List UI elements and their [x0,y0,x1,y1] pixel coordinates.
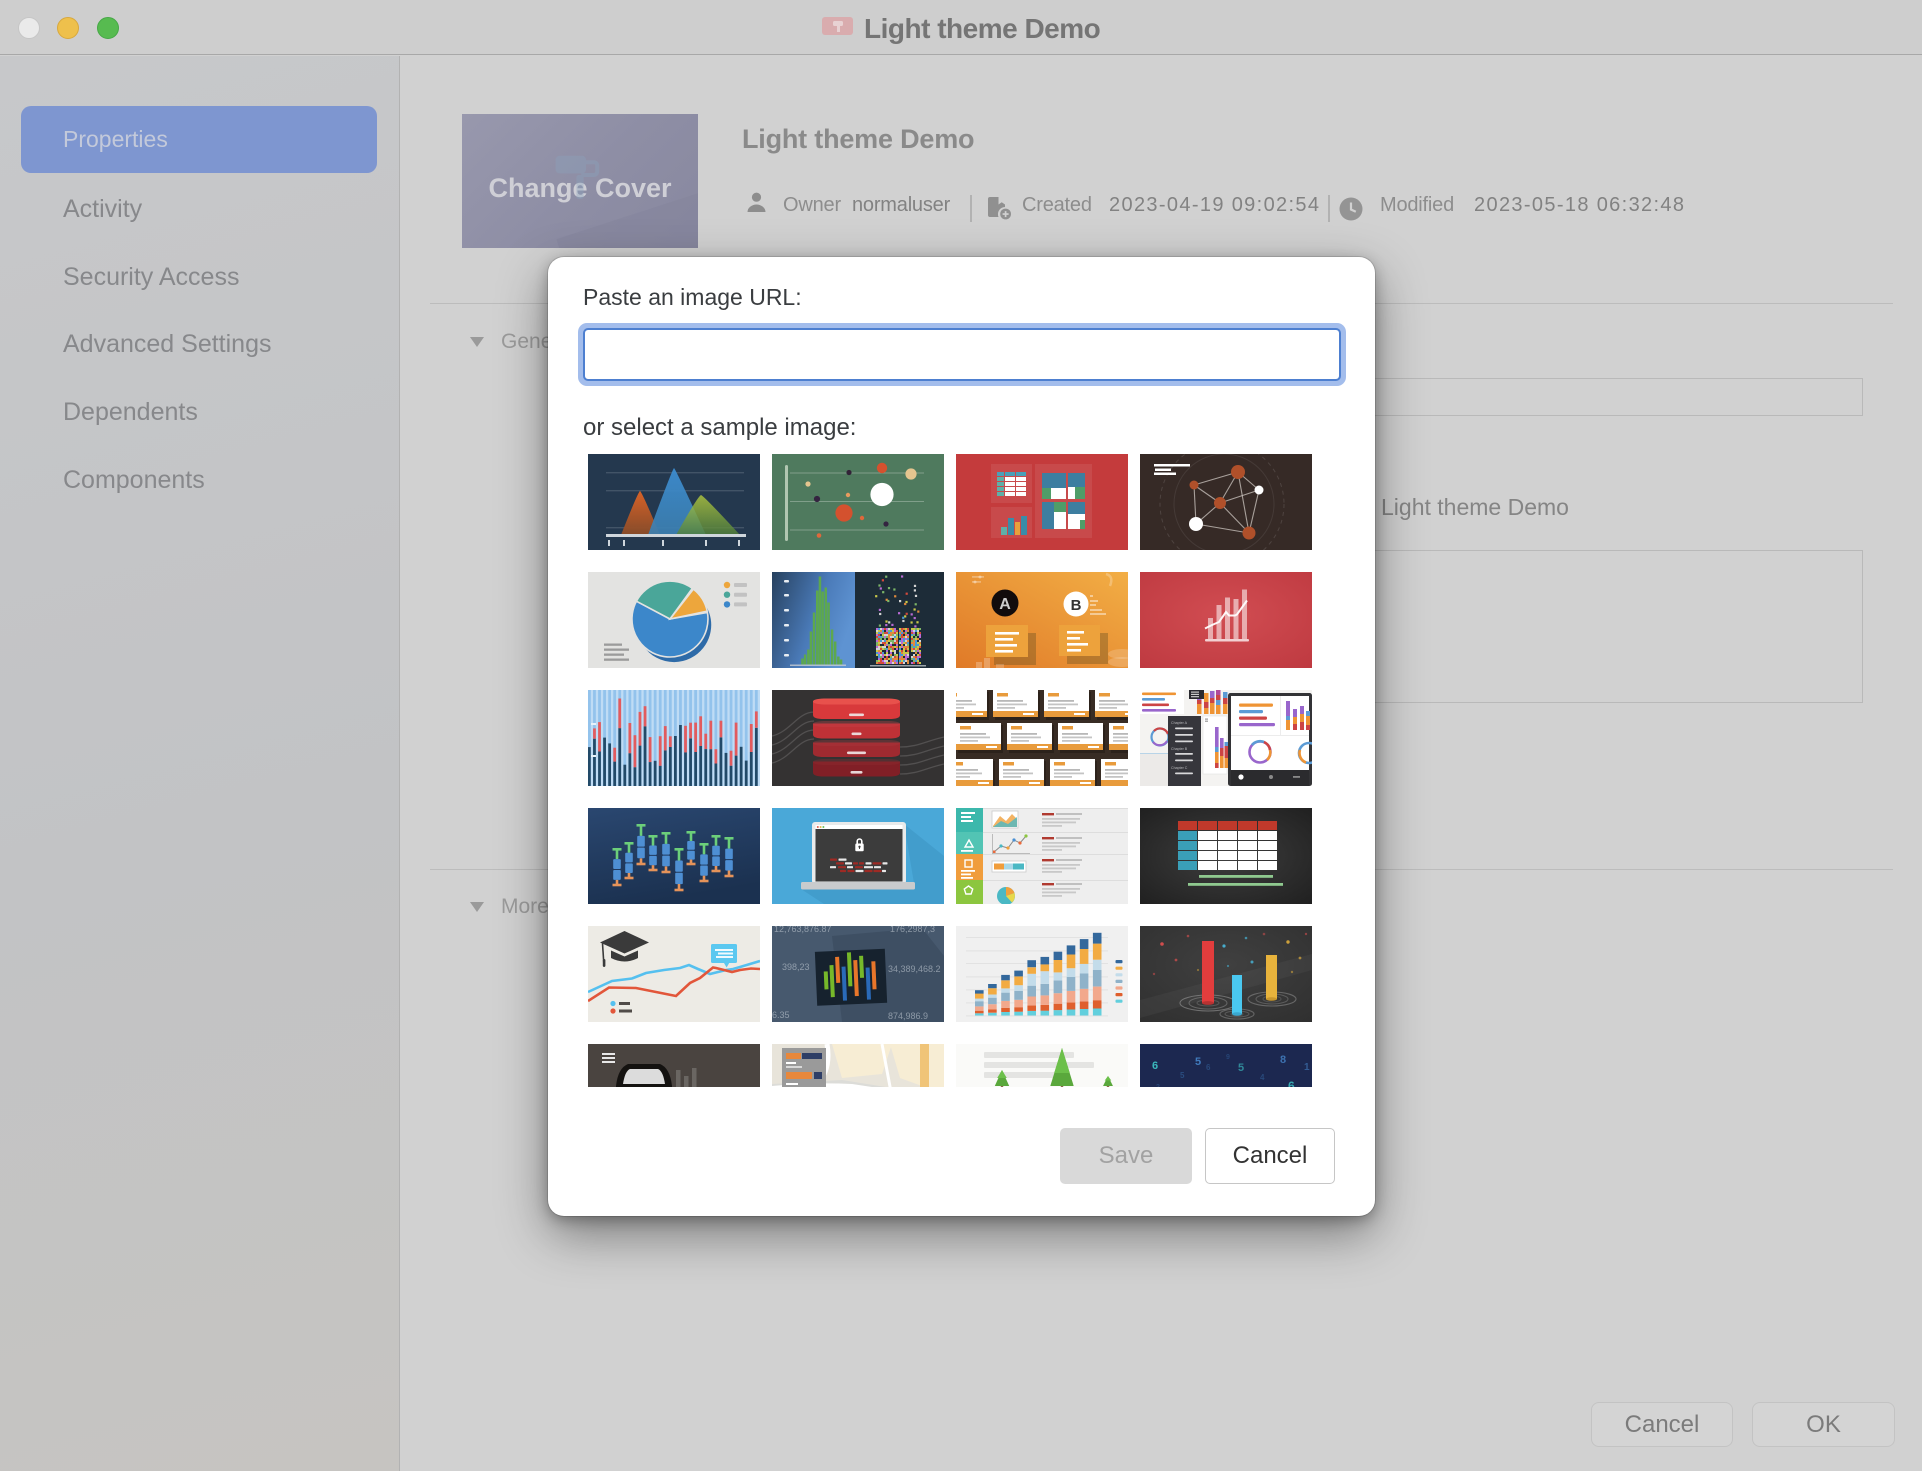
svg-text:Chapter C: Chapter C [1171,766,1188,770]
svg-text:6: 6 [1206,1063,1211,1072]
svg-text:176,2987,3: 176,2987,3 [890,926,935,934]
svg-text:2: 2 [1156,1084,1160,1087]
svg-text:1: 1 [1304,1062,1310,1073]
svg-text:34,389,468.2: 34,389,468.2 [888,964,941,974]
svg-text:Chapter B: Chapter B [1171,747,1188,751]
svg-text:5: 5 [1180,1071,1185,1080]
svg-text:Chapter A: Chapter A [1171,721,1188,725]
svg-text:9: 9 [1226,1054,1230,1061]
svg-text:6: 6 [1152,1060,1158,1072]
svg-text:8: 8 [1280,1054,1286,1066]
svg-text:12,763,876.87: 12,763,876.87 [774,926,832,934]
svg-text:398,23: 398,23 [782,962,810,972]
svg-text:874,986.9: 874,986.9 [888,1011,928,1021]
svg-text:6: 6 [1288,1079,1295,1087]
svg-text:5: 5 [1195,1056,1201,1068]
svg-text:B: B [1071,597,1082,614]
svg-text:5: 5 [1238,1062,1244,1074]
svg-text:6.35: 6.35 [772,1010,790,1020]
svg-text:A: A [999,596,1011,613]
svg-text:4: 4 [1260,1073,1265,1082]
